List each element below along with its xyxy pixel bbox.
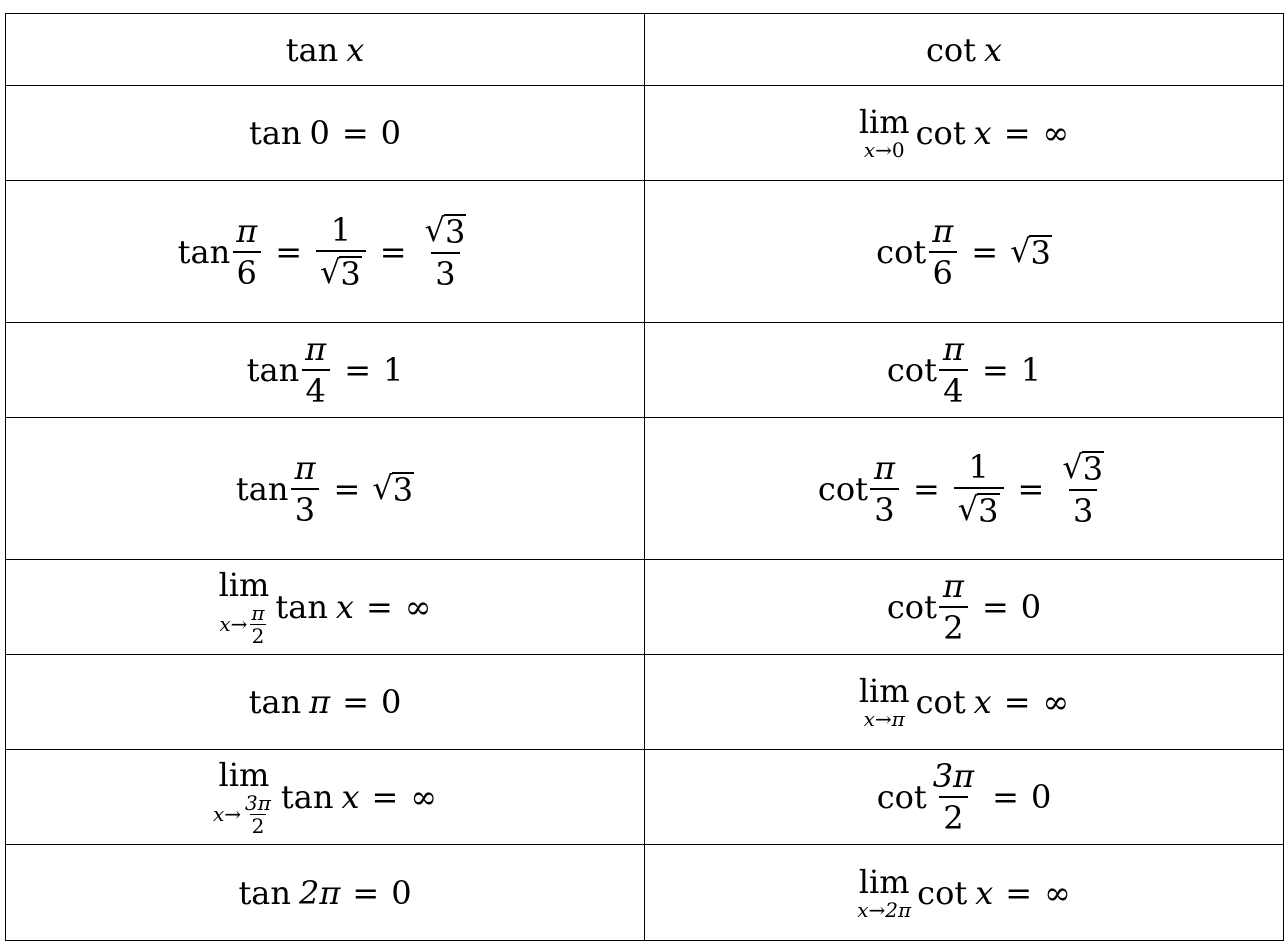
- cot-cell: lim x → 0 cot x = ∞: [644, 85, 1284, 181]
- limit-operator: lim x → 0: [858, 103, 910, 162]
- fraction: π2: [939, 570, 968, 644]
- cot-cell: lim x → π cot x = ∞: [644, 654, 1284, 750]
- fraction: 3π 2: [932, 757, 975, 837]
- tan-cell: tan 2π = 0: [5, 844, 645, 941]
- limit-operator: lim x → 3π 2: [213, 755, 271, 838]
- limit-operator: lim x → π 2: [218, 565, 270, 648]
- header-row: tan x cot x: [5, 13, 1284, 86]
- tan-cell: lim x → π 2 tan x = ∞: [5, 559, 645, 655]
- cot-cell: cot π4 = 1: [644, 322, 1284, 418]
- cot-cell: cot π3 = 1 √ 3 = √ 3 3: [644, 417, 1284, 560]
- fraction: π3: [870, 452, 899, 526]
- fn-name: tan: [285, 30, 339, 69]
- table-row: lim x → 3π 2 tan x = ∞ cot 3π 2 = 0: [5, 749, 1284, 845]
- tan-cell: tan π4 = 1: [5, 322, 645, 418]
- tan-cell: tan 0 = 0: [5, 85, 645, 181]
- header-tan: tan x: [5, 13, 645, 86]
- cot-cell: cot 3π 2 = 0: [644, 749, 1284, 845]
- fraction: √ 3 3: [1062, 447, 1105, 530]
- tan-cell: tan π3 = √ 3: [5, 417, 645, 560]
- table-row: tan π = 0 lim x → π cot x = ∞: [5, 654, 1284, 750]
- table-row: tan π3 = √ 3 cot π3 = 1 √ 3 = √ 3 3: [5, 417, 1284, 560]
- fraction: π6: [928, 215, 957, 289]
- limit-operator: lim x → π: [858, 672, 910, 731]
- cot-cell: lim x → 2π cot x = ∞: [644, 844, 1284, 941]
- header-cot: cot x: [644, 13, 1284, 86]
- tan-cell: tan π6 = 1 √ 3 = √ 3 3: [5, 180, 645, 323]
- fraction: π6: [232, 215, 261, 289]
- cot-cell: cot π2 = 0: [644, 559, 1284, 655]
- var-x: x: [346, 30, 365, 69]
- table-row: tan 0 = 0 lim x → 0 cot x = ∞: [5, 85, 1284, 181]
- fraction: 1 √ 3: [316, 214, 366, 290]
- table-row: tan π6 = 1 √ 3 = √ 3 3 cot π6 = √ 3: [5, 180, 1284, 323]
- fraction: π4: [301, 333, 330, 407]
- var-x: x: [984, 30, 1003, 69]
- fraction: π3: [290, 452, 320, 526]
- fraction: π4: [939, 333, 968, 407]
- table-row: lim x → π 2 tan x = ∞ cot π2 = 0: [5, 559, 1284, 655]
- table-row: tan 2π = 0 lim x → 2π cot x = ∞: [5, 844, 1284, 941]
- tan-cell: lim x → 3π 2 tan x = ∞: [5, 749, 645, 845]
- fraction: 1 √ 3: [953, 451, 1004, 527]
- tan-cell: tan π = 0: [5, 654, 645, 750]
- table-row: tan π4 = 1 cot π4 = 1: [5, 322, 1284, 418]
- fraction: √ 3 3: [424, 210, 467, 293]
- cot-cell: cot π6 = √ 3: [644, 180, 1284, 323]
- limit-operator: lim x → 2π: [857, 862, 912, 922]
- trig-values-table: tan x cot x tan 0 = 0 lim x → 0 cot x = ∞ tan π6 = 1…: [5, 13, 1284, 941]
- fn-name: cot: [925, 30, 976, 69]
